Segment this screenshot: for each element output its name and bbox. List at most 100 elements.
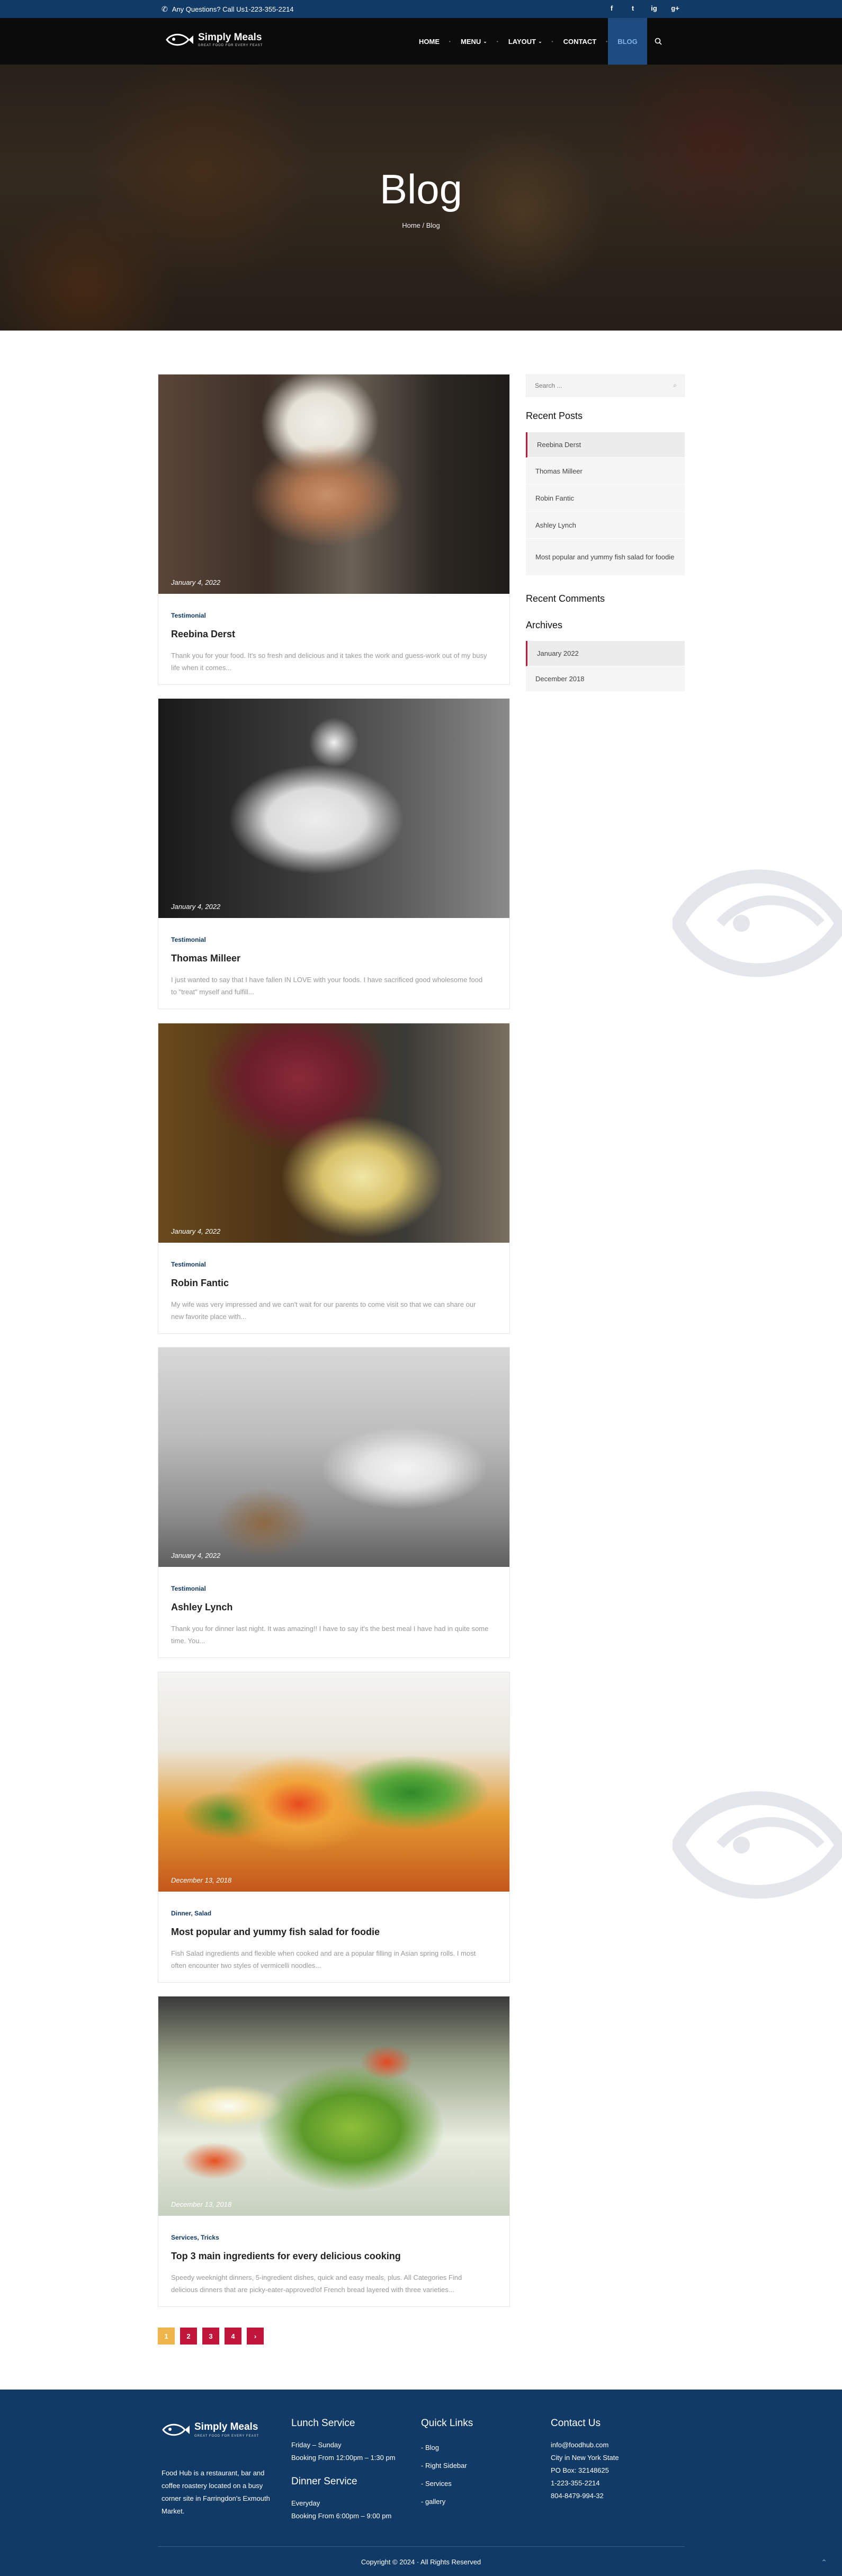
page-button[interactable]: 4 [225,2328,241,2345]
post-image[interactable]: January 4, 2022 [158,699,509,918]
page-button[interactable]: 2 [180,2328,197,2345]
main-navbar: Simply Meals GREAT FOOD FOR EVERY FEAST … [0,18,842,65]
post-date: December 13, 2018 [171,2200,232,2208]
recent-post-item[interactable]: Robin Fantic [526,485,685,512]
footer-quick-links: Quick Links - Blog - Right Sidebar - Ser… [421,2418,473,2511]
post-title[interactable]: Ashley Lynch [171,1602,497,1613]
post-categories[interactable]: Testimonial [171,936,497,943]
magnifier-glyph [655,38,662,45]
post-categories[interactable]: Testimonial [171,612,497,619]
footer-link[interactable]: - Blog [421,2439,473,2457]
fish-watermark-icon [673,869,842,977]
post-categories[interactable]: Testimonial [171,1261,497,1268]
post-image[interactable]: December 13, 2018 [158,1672,509,1892]
post-categories[interactable]: Testimonial [171,1585,497,1592]
pagination: 1 2 3 4 › [158,2328,264,2345]
recent-posts-list: Reebina Derst Thomas Milleer Robin Fanti… [526,432,685,576]
post-excerpt: Speedy weeknight dinners, 5-ingredient d… [171,2274,462,2294]
nav-blog[interactable]: BLOG [608,18,647,65]
archive-item[interactable]: January 2022 [526,641,685,666]
post-categories[interactable]: Dinner, Salad [171,1910,497,1917]
footer-hours: Lunch Service Friday – Sunday Booking Fr… [291,2418,396,2522]
nav-home-label: HOME [419,37,440,46]
nav-layout[interactable]: LAYOUT ⌄ [499,18,552,65]
fish-watermark-icon [673,1791,842,1899]
post-excerpt: Thank you for your food. It's so fresh a… [171,652,487,672]
next-page-button[interactable]: › [247,2328,264,2345]
footer-link[interactable]: - Right Sidebar [421,2457,473,2475]
chevron-up-icon[interactable]: ⌃ [821,2558,827,2567]
nav-menu-label: MENU [461,37,481,46]
blog-post-card: January 4, 2022 Testimonial Reebina Ders… [158,374,510,685]
post-excerpt: Thank you for dinner last night. It was … [171,1625,489,1645]
top-bar: ✆ Any Questions? Call Us1-223-355-2214 f… [0,0,842,18]
nav-contact[interactable]: CONTACT [554,18,606,65]
recent-post-item[interactable]: Ashley Lynch [526,512,685,539]
blog-post-card: January 4, 2022 Testimonial Robin Fantic… [158,1023,510,1334]
google-plus-icon[interactable]: g+ [665,4,686,12]
post-title[interactable]: Reebina Derst [171,629,497,640]
sidebar-search: ⌕ [526,375,685,397]
footer-brand-tagline: GREAT FOOD FOR EVERY FEAST [194,2435,259,2438]
post-image[interactable]: January 4, 2022 [158,1348,509,1567]
blog-post-card: December 13, 2018 Services, Tricks Top 3… [158,1996,510,2307]
phone-text: Any Questions? Call Us1-223-355-2214 [172,5,294,13]
brand-name: Simply Meals [198,32,262,43]
nav-contact-label: CONTACT [563,37,597,46]
blog-post-card: January 4, 2022 Testimonial Ashley Lynch… [158,1347,510,1658]
archives-heading: Archives [526,620,563,630]
post-title[interactable]: Most popular and yummy fish salad for fo… [171,1927,497,1938]
dinner-hours: Booking From 6:00pm – 9:00 pm [291,2512,392,2520]
contact-city: City in New York State [551,2454,619,2462]
search-input[interactable] [526,375,664,396]
page-button[interactable]: 1 [158,2328,175,2345]
page-title: Blog [379,166,463,212]
post-image[interactable]: January 4, 2022 [158,1023,509,1243]
archive-item[interactable]: December 2018 [526,666,685,692]
footer-description: Food Hub is a restaurant, bar and coffee… [162,2469,270,2515]
contact-phone[interactable]: 1-223-355-2214 [551,2477,619,2490]
search-icon[interactable]: ⌕ [673,381,677,389]
footer-link[interactable]: - gallery [421,2493,473,2511]
dinner-days: Everyday [291,2499,320,2507]
contact-fax: 804-8479-994-32 [551,2492,604,2500]
nav-menu[interactable]: MENU ⌄ [451,18,497,65]
page-hero: Blog Home / Blog [0,65,842,331]
chevron-down-icon: ⌄ [538,38,542,44]
post-date: December 13, 2018 [171,1876,232,1884]
phone-info[interactable]: ✆ Any Questions? Call Us1-223-355-2214 [162,5,294,14]
post-image[interactable]: January 4, 2022 [158,375,509,594]
site-logo[interactable]: Simply Meals GREAT FOOD FOR EVERY FEAST [165,32,263,48]
recent-post-item[interactable]: Reebina Derst [526,432,685,458]
blog-post-card: December 13, 2018 Dinner, Salad Most pop… [158,1672,510,1983]
contact-heading: Contact Us [551,2418,601,2429]
post-title[interactable]: Thomas Milleer [171,953,497,964]
breadcrumb[interactable]: Home / Blog [0,221,842,229]
footer-logo[interactable]: Simply Meals GREAT FOOD FOR EVERY FEAST [162,2421,259,2438]
search-icon[interactable] [647,18,669,65]
page-button[interactable]: 3 [202,2328,219,2345]
post-excerpt: I just wanted to say that I have fallen … [171,976,483,996]
chevron-down-icon: ⌄ [483,38,487,44]
recent-post-item[interactable]: Thomas Milleer [526,458,685,485]
lunch-heading: Lunch Service [291,2418,355,2429]
post-excerpt: My wife was very impressed and we can't … [171,1300,476,1321]
twitter-icon[interactable]: t [622,4,643,12]
post-image[interactable]: December 13, 2018 [158,1996,509,2216]
instagram-icon[interactable]: ig [643,4,665,12]
recent-comments-heading: Recent Comments [526,593,605,604]
nav-home[interactable]: HOME [409,18,449,65]
recent-post-item[interactable]: Most popular and yummy fish salad for fo… [526,539,685,576]
post-date: January 4, 2022 [171,903,221,911]
post-title[interactable]: Robin Fantic [171,1278,497,1289]
footer-link[interactable]: - Services [421,2475,473,2493]
main-menu: HOME • MENU ⌄ • LAYOUT ⌄ • CONTACT • BLOG [409,18,669,65]
post-title[interactable]: Top 3 main ingredients for every delicio… [171,2251,497,2262]
facebook-icon[interactable]: f [601,4,622,12]
fish-logo-icon [166,33,193,46]
post-categories[interactable]: Services, Tricks [171,2234,497,2241]
contact-email[interactable]: info@foodhub.com [551,2439,619,2452]
site-footer: Simply Meals GREAT FOOD FOR EVERY FEAST … [0,2390,842,2576]
recent-posts-heading: Recent Posts [526,411,583,421]
nav-layout-label: LAYOUT [508,37,536,46]
